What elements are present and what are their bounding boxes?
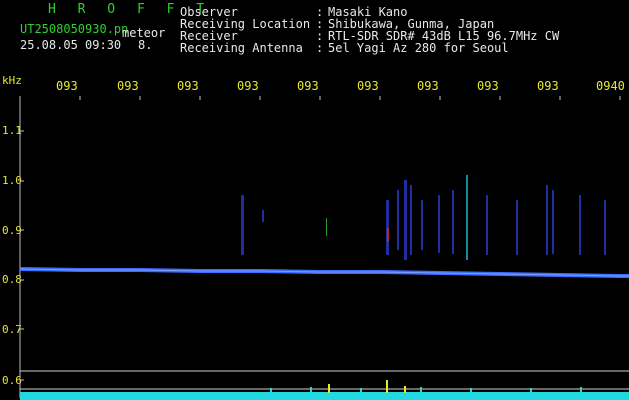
time-tick-marks xyxy=(79,96,621,100)
noise-floor-band xyxy=(20,392,629,400)
meteor-echoes xyxy=(241,175,606,260)
meteor-spikes xyxy=(328,380,406,393)
y-tick-marks xyxy=(20,130,24,381)
spectrogram xyxy=(19,96,629,400)
